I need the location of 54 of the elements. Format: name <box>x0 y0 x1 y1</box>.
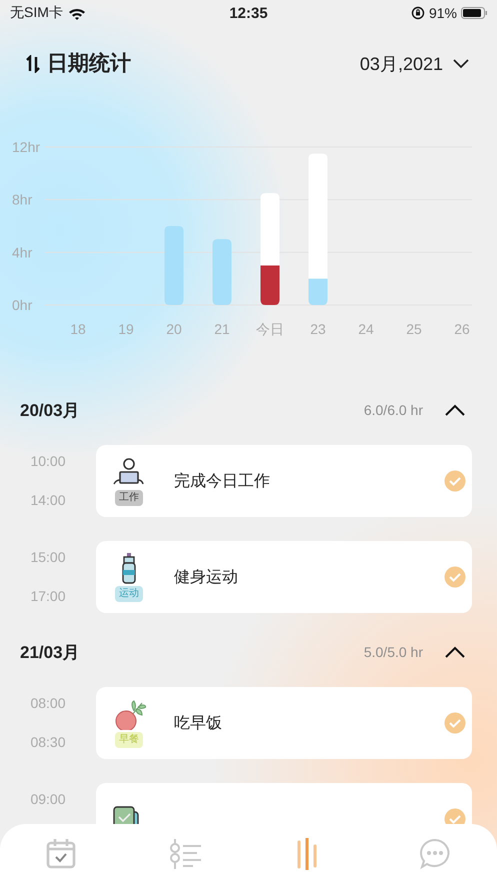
axis-label: 今日 <box>256 321 284 337</box>
task-card[interactable]: 早餐 吃早饭 <box>96 687 472 759</box>
page-title: 日期统计 <box>47 52 131 76</box>
end-time: 08:30 <box>30 734 66 751</box>
task-card[interactable]: 运动 健身运动 <box>96 541 472 613</box>
collapse-button[interactable] <box>445 404 465 416</box>
chevron-up-icon <box>445 646 465 658</box>
timeline-list-icon <box>170 838 202 870</box>
collapse-button[interactable] <box>445 646 465 658</box>
task-title: 健身运动 <box>174 568 239 588</box>
start-time: 08:00 <box>30 695 66 712</box>
check-icon[interactable] <box>444 566 466 588</box>
category-tag: 运动 <box>115 586 143 602</box>
start-time: 09:00 <box>30 791 66 808</box>
sort-icon[interactable] <box>25 55 41 73</box>
wifi-icon <box>68 6 86 20</box>
task-title: 吃早饭 <box>174 714 223 734</box>
task-card[interactable]: 工作 完成今日工作 <box>96 445 472 517</box>
axis-label: 18 <box>70 321 86 337</box>
hours-total: 6.0/6.0 hr <box>364 402 423 418</box>
bottle-icon <box>122 552 136 584</box>
rotation-lock-icon <box>410 6 425 20</box>
axis-label: 4hr <box>12 244 32 260</box>
axis-label: 19 <box>118 321 134 337</box>
axis-label: 20 <box>166 321 182 337</box>
date-heading: 20/03月 <box>20 400 81 422</box>
category-tag: 早餐 <box>115 732 143 748</box>
chevron-up-icon <box>445 404 465 416</box>
chat-icon <box>418 838 451 870</box>
battery-icon <box>461 7 487 19</box>
category-tag: 工作 <box>115 490 143 506</box>
check-icon[interactable] <box>444 470 466 492</box>
clock-time: 12:35 <box>229 4 268 22</box>
task-title: 完成今日工作 <box>174 472 271 492</box>
end-time: 17:00 <box>30 588 66 605</box>
axis-label: 25 <box>406 321 422 337</box>
axis-label: 23 <box>310 321 326 337</box>
check-icon[interactable] <box>444 712 466 734</box>
end-time: 14:00 <box>30 492 66 509</box>
axis-label: 0hr <box>12 297 32 313</box>
axis-label: 12hr <box>12 139 40 155</box>
start-time: 15:00 <box>30 549 66 566</box>
date-heading: 21/03月 <box>20 642 81 664</box>
battery-percentage: 91% <box>428 5 457 21</box>
axis-label: 24 <box>358 321 374 337</box>
axis-label: 8hr <box>12 192 32 208</box>
start-time: 10:00 <box>30 453 66 470</box>
calendar-icon <box>46 838 78 870</box>
chevron-down-icon <box>453 59 469 69</box>
axis-label: 26 <box>454 321 470 337</box>
axis-label: 21 <box>214 321 230 337</box>
hours-total: 5.0/5.0 hr <box>364 644 423 660</box>
carrier-label: 无SIM卡 <box>10 4 63 22</box>
month-picker[interactable]: 03月,2021 <box>360 52 469 76</box>
